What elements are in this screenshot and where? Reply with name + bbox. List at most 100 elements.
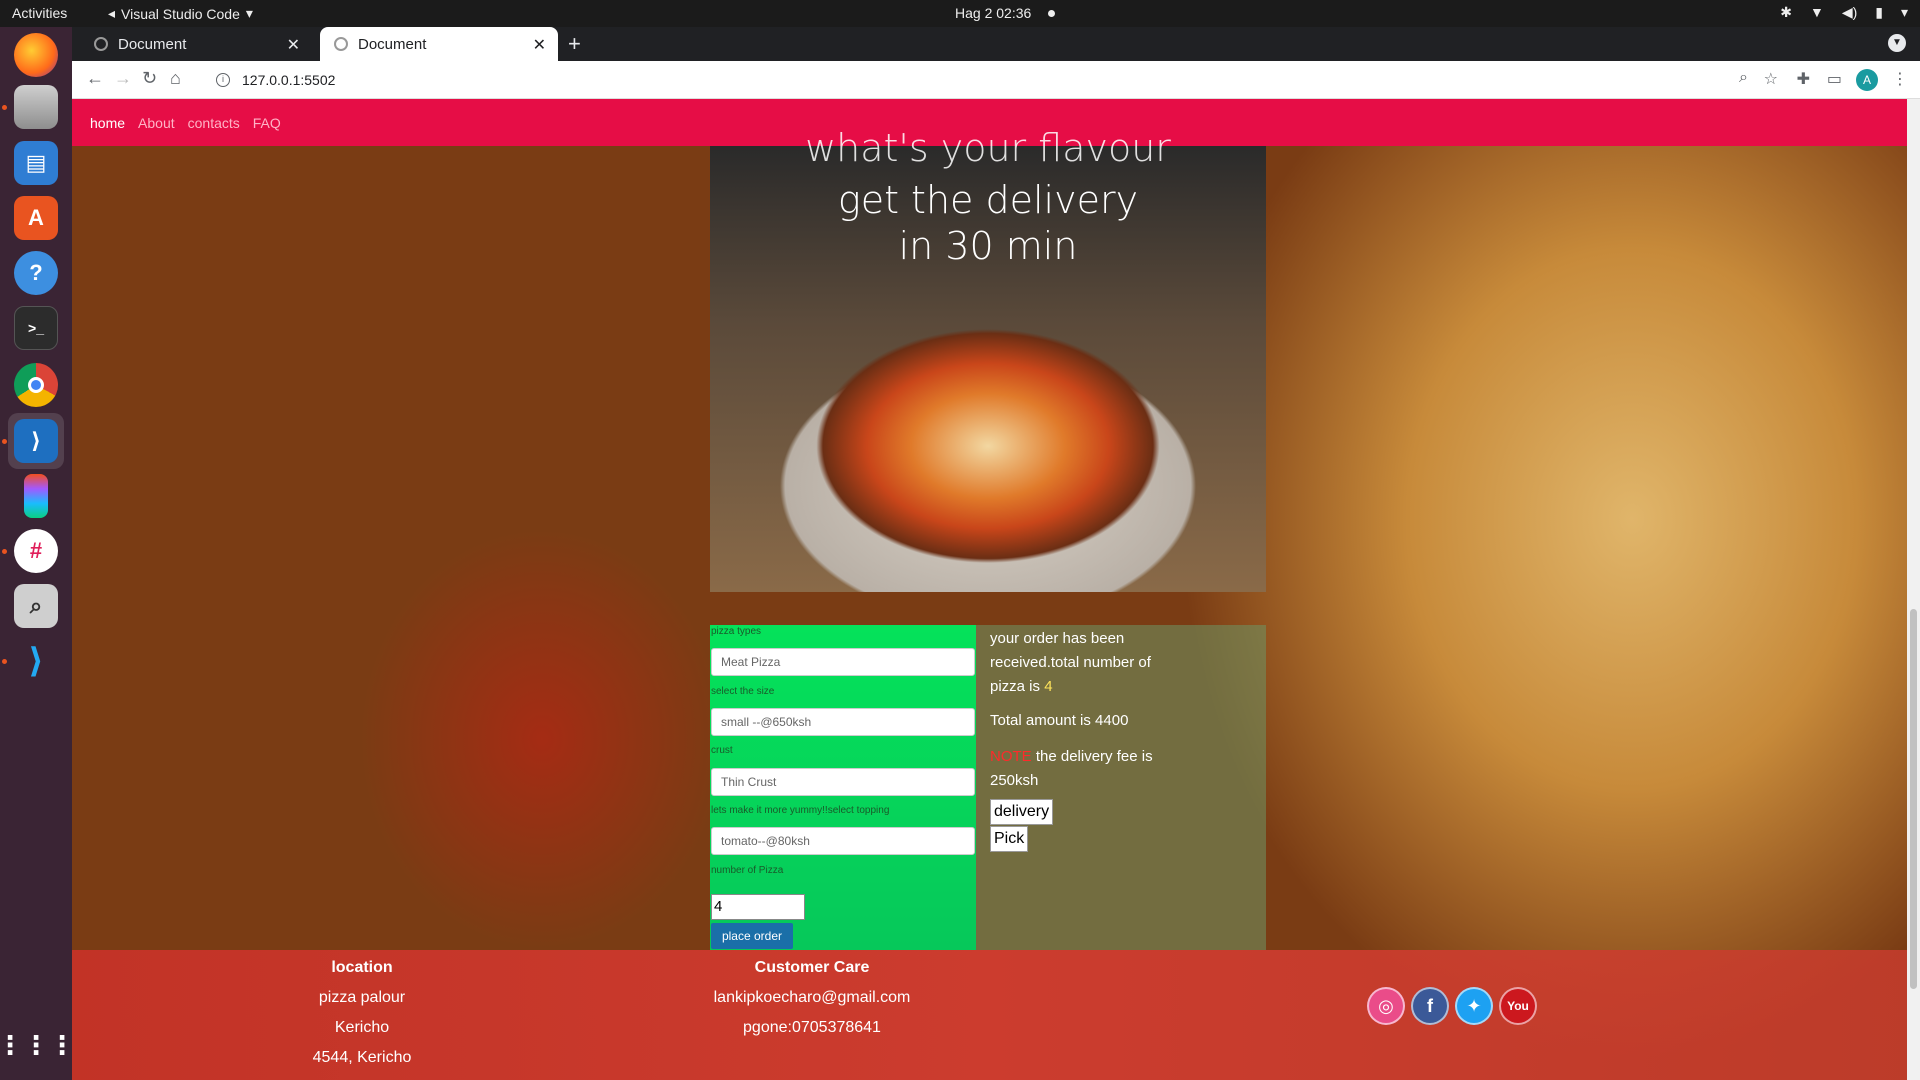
files-icon — [14, 85, 58, 129]
close-icon[interactable]: ✕ — [533, 35, 546, 55]
zoom-icon[interactable]: ⌕ — [1739, 69, 1748, 87]
dock-vscode-2[interactable]: ⟩ — [8, 633, 64, 689]
youtube-icon[interactable]: You — [1499, 987, 1537, 1025]
crust-select[interactable]: Thin Crust — [711, 768, 975, 796]
software-center-icon: A — [14, 196, 58, 240]
browser-toolbar: ← → ↻ ⌂ i 127.0.0.1:5502 ⌕ ☆ ✚ ▭ A ⋮ — [72, 61, 1920, 99]
scrollbar-thumb[interactable] — [1910, 609, 1917, 989]
chevron-down-icon: ▾ — [245, 5, 253, 21]
close-icon[interactable]: ✕ — [287, 35, 300, 55]
terminal-icon: >_ — [14, 306, 58, 350]
crust-label: crust — [711, 745, 733, 756]
total-amount-text: Total amount is 4400 — [990, 712, 1129, 729]
extensions-icon[interactable]: ✚ — [1797, 69, 1810, 89]
dock-files[interactable] — [8, 79, 64, 135]
pizza-type-select[interactable]: Meat Pizza — [711, 648, 975, 676]
pick-button[interactable]: Pick — [990, 826, 1029, 852]
twitter-icon[interactable]: ✦ — [1455, 987, 1493, 1025]
dock-software[interactable]: A — [8, 190, 64, 246]
location-line: 4544, Kericho — [312, 1049, 412, 1066]
vscode-icon: ⟩ — [28, 642, 44, 680]
app-menu-label: Visual Studio Code — [121, 5, 240, 22]
show-apps-button[interactable]: ⋮⋮⋮ — [0, 1017, 75, 1073]
running-indicator — [2, 439, 7, 444]
nav-contacts[interactable]: contacts — [188, 115, 240, 131]
pizza-count: 4 — [1044, 678, 1053, 695]
tab-search-icon[interactable]: ▼ — [1888, 34, 1906, 52]
running-indicator — [2, 549, 7, 554]
place-order-button[interactable]: place order — [711, 923, 793, 949]
profile-avatar[interactable]: A — [1856, 69, 1878, 91]
customer-care-phone: pgone:0705378641 — [743, 1019, 881, 1036]
topping-label: lets make it more yummy!!select topping — [711, 805, 890, 816]
globe-icon — [94, 37, 108, 51]
dock: ▤ A ? >_ ⟩ # ⌕ ⟩ ⋮⋮⋮ — [0, 27, 75, 1080]
address-bar[interactable]: i 127.0.0.1:5502 — [216, 65, 1756, 95]
tab-title: Document — [358, 35, 427, 53]
home-icon[interactable]: ⌂ — [170, 68, 181, 89]
dock-firefox[interactable] — [8, 27, 64, 83]
clock[interactable]: Hag 2 02:36 — [955, 5, 1031, 21]
system-top-bar: Activities ◂ Visual Studio Code ▾ Hag 2 … — [0, 0, 1920, 27]
nav-faq[interactable]: FAQ — [253, 115, 281, 131]
new-tab-button[interactable]: + — [568, 31, 581, 57]
social-links: ◎ f ✦ You — [1367, 987, 1537, 1025]
globe-icon — [334, 37, 348, 51]
firefox-icon — [14, 33, 58, 77]
help-icon: ? — [14, 251, 58, 295]
running-indicator — [2, 105, 7, 110]
tab-document-1[interactable]: Document ✕ — [80, 27, 312, 61]
page-scrollbar[interactable] — [1907, 99, 1920, 1080]
kebab-menu-icon[interactable]: ⋮ — [1892, 69, 1908, 89]
dock-writer[interactable]: ▤ — [8, 135, 64, 191]
forward-icon[interactable]: → — [114, 68, 132, 89]
nav-about[interactable]: About — [138, 115, 175, 131]
footer-customer-care: Customer Care lankipkoecharo@gmail.com p… — [692, 958, 932, 1048]
reload-icon[interactable]: ↻ — [142, 68, 157, 89]
footer-location: location pizza palour Kericho 4544, Keri… — [272, 958, 452, 1078]
activities-button[interactable]: Activities — [12, 5, 67, 21]
back-icon[interactable]: ← — [86, 68, 104, 89]
dock-chrome[interactable] — [8, 357, 64, 413]
delivery-button[interactable]: delivery — [990, 799, 1054, 825]
vscode-icon: ⟩ — [14, 419, 58, 463]
cast-icon[interactable]: ▭ — [1827, 69, 1842, 89]
site-footer: location pizza palour Kericho 4544, Keri… — [72, 950, 1907, 1080]
dock-figma[interactable] — [8, 468, 64, 524]
page-viewport: home About contacts FAQ what's your flav… — [72, 99, 1920, 1080]
chrome-icon — [14, 363, 58, 407]
app-menu[interactable]: ◂ Visual Studio Code ▾ — [108, 5, 253, 22]
hero-headline: what's your flavour — [805, 126, 1171, 170]
dock-help[interactable]: ? — [8, 245, 64, 301]
nav-home[interactable]: home — [90, 115, 125, 131]
customer-care-email[interactable]: lankipkoecharo@gmail.com — [692, 988, 932, 1018]
facebook-icon[interactable]: f — [1411, 987, 1449, 1025]
bookmark-star-icon[interactable]: ☆ — [1764, 69, 1778, 89]
app-grid-icon: ⋮⋮⋮ — [0, 1029, 75, 1060]
volume-icon: ◀) — [1841, 4, 1858, 20]
slack-tray-icon[interactable]: ✱ — [1780, 4, 1792, 21]
dock-terminal[interactable]: >_ — [8, 300, 64, 356]
quantity-label: number of Pizza — [711, 865, 784, 876]
order-summary: your order has been received.total numbe… — [976, 625, 1266, 950]
order-received-message: your order has been received.total numbe… — [990, 630, 1151, 695]
hero-subline: get the delivery — [837, 178, 1139, 222]
size-label: select the size — [711, 686, 775, 697]
customer-care-title: Customer Care — [754, 959, 870, 976]
info-icon[interactable]: i — [216, 73, 230, 87]
tab-document-2[interactable]: Document ✕ — [320, 27, 558, 61]
hero-pizza-image: what's your flavour get the delivery in … — [710, 126, 1266, 592]
dribbble-icon[interactable]: ◎ — [1367, 987, 1405, 1025]
chevron-down-icon: ▾ — [1900, 4, 1908, 20]
quantity-input[interactable]: 4 — [711, 894, 805, 920]
system-tray[interactable]: ✱ ▼ ◀) ▮ ▾ — [1780, 4, 1908, 21]
tab-strip: Document ✕ Document ✕ + ▼ — [72, 27, 1920, 61]
pizza-type-label: pizza types — [711, 626, 762, 637]
topping-select[interactable]: tomato--@80ksh — [711, 827, 975, 855]
dock-search[interactable]: ⌕ — [8, 578, 64, 634]
dock-slack[interactable]: # — [8, 523, 64, 579]
size-select[interactable]: small --@650ksh — [711, 708, 975, 736]
dock-vscode[interactable]: ⟩ — [8, 413, 64, 469]
location-line: pizza palour — [318, 989, 406, 1006]
vscode-icon: ◂ — [108, 5, 116, 21]
